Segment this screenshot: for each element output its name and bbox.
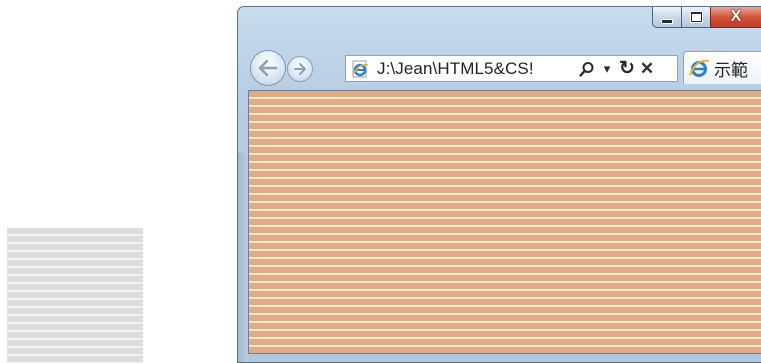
address-tools: ▾ ↻ ✕ [577, 58, 657, 80]
search-icon[interactable] [577, 58, 597, 80]
page-content-striped [248, 90, 761, 354]
forward-arrow-icon [294, 63, 306, 75]
back-arrow-icon [258, 59, 278, 77]
tab-active[interactable]: 示範 [683, 51, 761, 84]
forward-button[interactable] [287, 56, 313, 82]
chevron-down-icon[interactable]: ▾ [597, 58, 617, 80]
close-icon: X [730, 8, 742, 25]
minimize-icon [661, 18, 673, 24]
ie-logo-icon [688, 57, 710, 79]
minimize-button[interactable] [652, 7, 681, 28]
tab-label: 示範 [714, 60, 748, 80]
window-left-edge [238, 153, 248, 362]
caption-buttons: X [652, 7, 761, 28]
maximize-button[interactable] [681, 7, 710, 28]
refresh-icon[interactable]: ↻ [617, 58, 637, 80]
stop-icon[interactable]: ✕ [637, 58, 657, 80]
address-text[interactable]: J:\Jean\HTML5&CS! [377, 59, 571, 79]
close-button[interactable]: X [710, 7, 761, 28]
back-button[interactable] [250, 50, 286, 86]
maximize-icon [690, 12, 702, 22]
navigation-bar: J:\Jean\HTML5&CS! ▾ ↻ ✕ 示範 [246, 45, 761, 86]
browser-window: X J:\Jean\HTML5&CS! ▾ ↻ ✕ 示範 [237, 6, 761, 363]
ie-page-icon [349, 58, 371, 80]
side-striped-block [7, 228, 143, 363]
address-bar[interactable]: J:\Jean\HTML5&CS! ▾ ↻ ✕ [345, 55, 678, 82]
